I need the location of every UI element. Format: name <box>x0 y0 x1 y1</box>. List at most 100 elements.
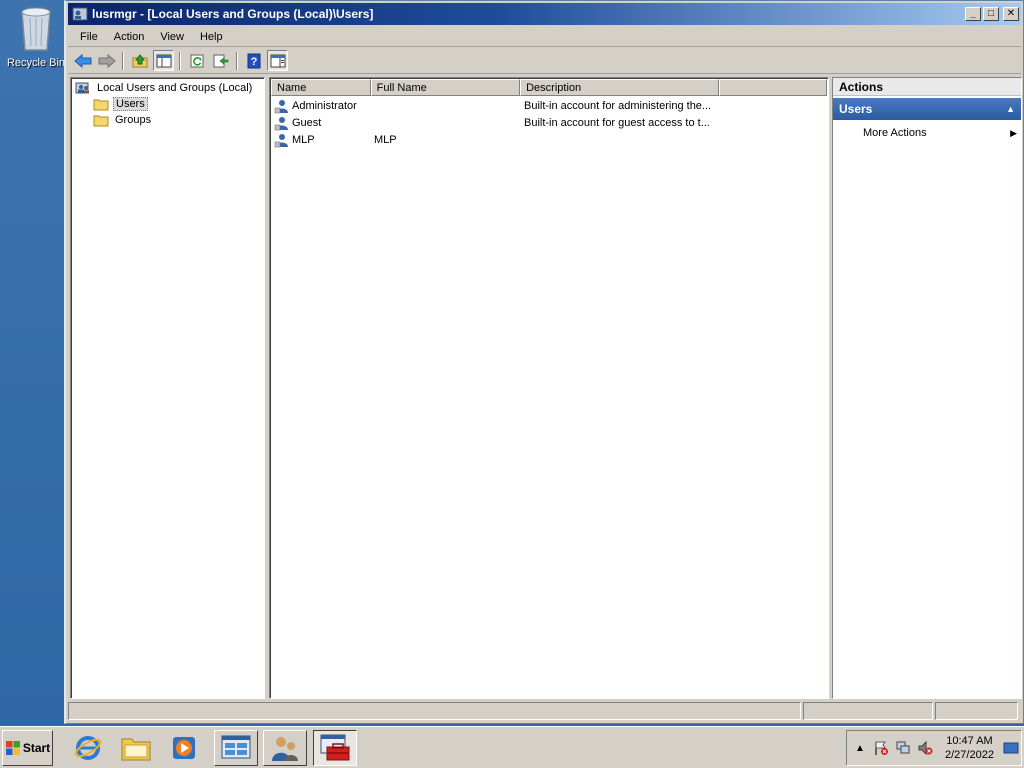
show-hide-console-tree-icon <box>156 54 171 67</box>
lusrmgr-icon <box>320 734 350 761</box>
local-users-groups-icon <box>75 82 89 94</box>
toolbar-separator <box>179 51 181 70</box>
collapse-up-icon[interactable]: ▲ <box>1006 104 1015 114</box>
export-list-icon <box>213 54 228 67</box>
taskbar-media-player[interactable] <box>162 730 206 766</box>
taskbar-lusrmgr[interactable] <box>313 730 357 766</box>
menu-view[interactable]: View <box>152 29 192 45</box>
volume-muted-icon[interactable] <box>917 740 933 756</box>
taskbar: Start ▲ 10:47 AM 2/27/2022 <box>0 726 1024 768</box>
tree-users-label: Users <box>113 97 148 111</box>
menu-file[interactable]: File <box>72 29 106 45</box>
export-list-button[interactable] <box>210 50 231 71</box>
action-more-actions[interactable]: More Actions ▶ <box>833 126 1021 140</box>
show-hidden-icons-icon[interactable]: ▲ <box>853 743 867 754</box>
action-more-actions-label: More Actions <box>863 127 927 139</box>
column-header-empty <box>719 79 827 96</box>
tree-groups-label: Groups <box>115 114 152 126</box>
menu-help[interactable]: Help <box>192 29 231 45</box>
windows-media-player-icon <box>173 737 195 759</box>
recycle-bin-label: Recycle Bin <box>6 57 66 69</box>
refresh-icon <box>190 54 203 67</box>
folder-icon <box>93 115 109 127</box>
user-name: MLP <box>292 133 315 146</box>
tree-root-label: Local Users and Groups (Local) <box>97 82 253 94</box>
show-desktop-icon[interactable] <box>1003 740 1019 756</box>
column-header-description[interactable]: Description <box>520 79 720 96</box>
actions-pane: Actions Users ▲ More Actions ▶ <box>832 77 1022 699</box>
table-row[interactable]: Guest Built-in account for guest access … <box>274 114 826 131</box>
tree-item-root[interactable]: Local Users and Groups (Local) <box>75 80 254 96</box>
back-icon <box>73 53 91 68</box>
lusrmgr-window: lusrmgr - [Local Users and Groups (Local… <box>64 0 1024 724</box>
forward-icon <box>98 53 116 68</box>
server-manager-icon <box>221 735 251 759</box>
toolbar-separator <box>122 51 124 70</box>
menu-action[interactable]: Action <box>106 29 153 45</box>
user-icon <box>274 99 288 113</box>
clock-date: 2/27/2022 <box>945 749 994 761</box>
table-row[interactable]: MLP MLP <box>274 131 826 148</box>
actions-section-label: Users <box>839 102 873 116</box>
status-panel-3 <box>935 702 1018 720</box>
toolbar-separator <box>236 51 238 70</box>
internet-explorer-icon <box>74 736 102 760</box>
taskbar-windows-explorer[interactable] <box>114 730 158 766</box>
table-row[interactable]: Administrator Built-in account for admin… <box>274 97 826 114</box>
clock[interactable]: 10:47 AM 2/27/2022 <box>945 734 994 762</box>
refresh-button[interactable] <box>186 50 207 71</box>
window-title: lusrmgr - [Local Users and Groups (Local… <box>92 7 374 21</box>
maximize-button[interactable]: □ <box>983 7 999 21</box>
up-one-level-button[interactable] <box>129 50 150 71</box>
recycle-bin-icon <box>21 7 51 51</box>
user-description: Built-in account for guest access to t..… <box>524 116 710 129</box>
title-bar[interactable]: lusrmgr - [Local Users and Groups (Local… <box>68 3 1021 25</box>
user-name: Administrator <box>292 99 357 112</box>
users-list-view: Name Full Name Description Administrator… <box>269 77 829 699</box>
column-header-name[interactable]: Name <box>271 79 371 96</box>
user-icon <box>274 116 288 130</box>
recycle-bin-shortcut[interactable]: Recycle Bin <box>4 4 68 69</box>
show-hide-action-pane-icon <box>270 54 285 67</box>
user-description: Built-in account for administering the..… <box>524 99 712 112</box>
taskbar-internet-explorer[interactable] <box>66 730 110 766</box>
clock-time: 10:47 AM <box>946 735 993 747</box>
windows-explorer-icon <box>121 738 151 761</box>
actions-section-users[interactable]: Users ▲ <box>833 98 1021 120</box>
up-one-level-icon <box>132 53 147 67</box>
taskbar-users-groups[interactable] <box>263 730 307 766</box>
tree-item-groups[interactable]: Groups <box>93 112 153 128</box>
actions-header: Actions <box>833 78 1021 96</box>
console-tree: Local Users and Groups (Local) Users Gro… <box>70 77 265 699</box>
status-bar <box>68 702 1021 722</box>
folder-icon <box>93 99 109 111</box>
users-groups-icon <box>272 737 298 761</box>
submenu-arrow-icon: ▶ <box>1010 127 1017 138</box>
menu-bar: File Action View Help <box>68 27 1021 47</box>
status-panel-main <box>68 702 801 720</box>
tree-item-users[interactable]: Users <box>93 96 148 112</box>
user-name: Guest <box>292 116 322 129</box>
start-button[interactable]: Start <box>2 730 53 766</box>
lusrmgr-app-icon <box>72 7 88 21</box>
windows-logo-icon <box>5 741 20 755</box>
taskbar-server-manager[interactable] <box>214 730 258 766</box>
help-button[interactable]: ? <box>243 50 264 71</box>
show-hide-action-pane-button[interactable] <box>267 50 288 71</box>
svg-text:?: ? <box>250 56 257 68</box>
show-hide-console-tree-button[interactable] <box>153 50 174 71</box>
forward-button[interactable] <box>96 50 117 71</box>
system-tray: ▲ 10:47 AM 2/27/2022 <box>846 730 1022 766</box>
network-icon[interactable] <box>895 740 911 756</box>
back-button[interactable] <box>72 50 93 71</box>
column-header-full-name[interactable]: Full Name <box>370 79 521 96</box>
close-button[interactable]: ✕ <box>1003 7 1019 21</box>
user-full-name: MLP <box>374 133 397 146</box>
minimize-button[interactable]: _ <box>965 7 981 21</box>
toolbar: ? <box>68 48 1021 74</box>
status-panel-2 <box>803 702 933 720</box>
action-center-flag-icon[interactable] <box>873 740 889 756</box>
help-icon: ? <box>247 53 260 68</box>
user-icon <box>274 133 288 147</box>
column-header-row: Name Full Name Description <box>271 79 827 96</box>
